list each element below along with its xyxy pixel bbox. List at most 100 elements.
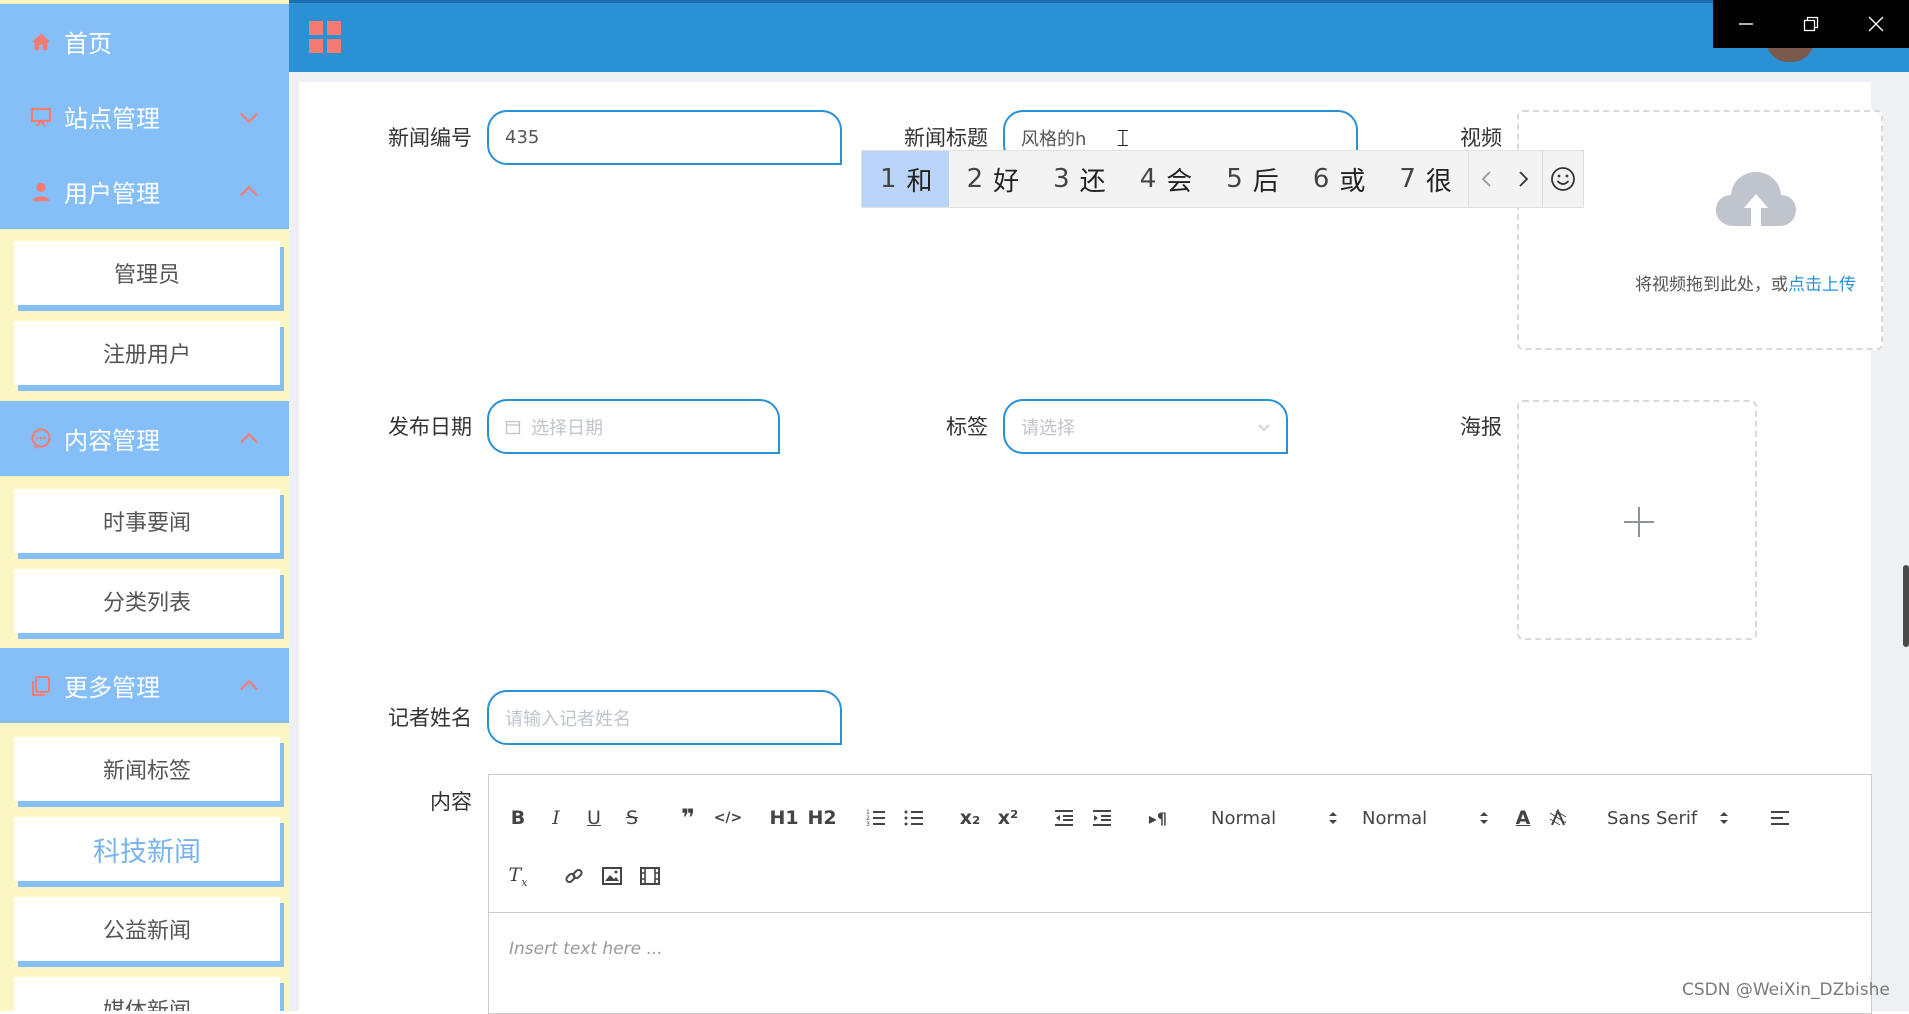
minimize-icon (1738, 23, 1753, 25)
candidate-number: 6 (1312, 164, 1330, 194)
svg-text:3: 3 (866, 821, 870, 827)
sidebar-item-media-news[interactable]: 媒体新闻 (14, 977, 280, 1011)
menu-user-label: 用户管理 (64, 180, 160, 208)
menu-site-label: 站点管理 (64, 105, 160, 133)
candidate-char: 或 (1339, 166, 1366, 197)
film-icon (640, 867, 660, 885)
copy-icon (28, 674, 54, 698)
code-block-button[interactable]: </> (711, 803, 745, 833)
menu-content-management[interactable]: 内容管理 (0, 401, 289, 476)
poster-upload-area[interactable] (1517, 400, 1757, 640)
ordered-list-icon: 123 (866, 809, 885, 827)
ime-next-button[interactable] (1505, 151, 1542, 207)
ime-candidate[interactable]: 4会 (1122, 151, 1209, 207)
blockquote-button[interactable]: ❞ (673, 803, 703, 833)
editor-toolbar: B I U S ❞ </> H1 H2 123 x₂ x² ▸¶ Normal … (489, 775, 1871, 913)
ordered-list-button[interactable]: 123 (861, 803, 891, 833)
plus-icon (1624, 507, 1654, 537)
underline-button[interactable]: U (579, 803, 609, 833)
chevron-down-icon (240, 112, 258, 124)
bold-button[interactable]: B (503, 803, 533, 833)
outdent-icon (1055, 810, 1073, 826)
chevron-up-icon (240, 679, 258, 691)
tags-label: 标签 (946, 415, 988, 439)
minimize-button[interactable] (1713, 0, 1778, 48)
ime-candidate[interactable]: 1和 (862, 151, 949, 207)
display-icon (28, 105, 54, 129)
sidebar-item-registered-users[interactable]: 注册用户 (14, 321, 280, 385)
reporter-placeholder: 请输入记者姓名 (505, 708, 631, 730)
bullet-list-button[interactable] (899, 803, 929, 833)
content-label: 内容 (430, 790, 472, 814)
menu-user-management[interactable]: 用户管理 (0, 154, 289, 229)
publish-date-placeholder: 选择日期 (531, 417, 603, 439)
close-button[interactable] (1843, 0, 1908, 48)
strike-button[interactable]: S (617, 803, 647, 833)
superscript-button[interactable]: x² (993, 803, 1023, 833)
background-color-button[interactable] (1544, 803, 1572, 833)
ime-emoji-button[interactable] (1542, 151, 1583, 207)
ime-candidate[interactable]: 6或 (1295, 151, 1382, 207)
align-button[interactable] (1765, 803, 1795, 833)
upload-hint: 将视频拖到此处，或 (1635, 275, 1788, 295)
cloud-upload-icon (1716, 172, 1796, 226)
italic-button[interactable]: I (541, 803, 571, 833)
candidate-number: 3 (1053, 164, 1070, 194)
text-direction-button[interactable]: ▸¶ (1143, 803, 1173, 833)
size-select-value: Normal (1362, 807, 1428, 829)
select-arrows-icon (1328, 810, 1338, 826)
chevron-right-icon (1519, 171, 1529, 187)
reporter-name-input[interactable]: 请输入记者姓名 (487, 690, 842, 745)
click-upload-link[interactable]: 点击上传 (1788, 275, 1856, 295)
menu-site-management[interactable]: 站点管理 (0, 79, 289, 154)
image-icon (602, 867, 622, 885)
tags-select[interactable]: 请选择 (1003, 399, 1288, 454)
header-select[interactable]: Normal (1211, 803, 1351, 833)
sidebar-item-category-list[interactable]: 分类列表 (14, 569, 280, 633)
scrollbar-thumb[interactable] (1903, 565, 1909, 647)
sidebar-item-news-tags[interactable]: 新闻标签 (14, 737, 280, 801)
news-title-label: 新闻标题 (904, 126, 988, 150)
ime-prev-button[interactable] (1469, 151, 1506, 207)
clear-format-button[interactable]: Tx (503, 861, 533, 891)
ime-candidate[interactable]: 7很 (1381, 151, 1468, 207)
header1-button[interactable]: H1 (767, 803, 801, 833)
chat-icon (28, 427, 54, 451)
sidebar-item-admin[interactable]: 管理员 (14, 241, 280, 305)
sidebar-item-tech-news[interactable]: 科技新闻 (14, 817, 280, 881)
candidate-char: 好 (993, 166, 1020, 197)
sidebar-item-current-news[interactable]: 时事要闻 (14, 489, 280, 553)
sidebar-item-charity-news[interactable]: 公益新闻 (14, 897, 280, 961)
header2-button[interactable]: H2 (805, 803, 839, 833)
tags-placeholder: 请选择 (1021, 417, 1075, 439)
indent-icon (1093, 810, 1111, 826)
publish-date-picker[interactable]: 选择日期 (487, 399, 780, 454)
menu-more-management[interactable]: 更多管理 (0, 648, 289, 723)
size-select[interactable]: Normal (1362, 803, 1502, 833)
image-button[interactable] (597, 861, 627, 891)
editor-placeholder[interactable]: Insert text here ... (509, 939, 663, 959)
subscript-button[interactable]: x₂ (955, 803, 985, 833)
candidate-char: 会 (1166, 166, 1193, 197)
ime-candidate[interactable]: 5后 (1208, 151, 1295, 207)
menu-more-label: 更多管理 (64, 674, 160, 702)
video-button[interactable] (635, 861, 665, 891)
font-select[interactable]: Sans Serif (1607, 803, 1747, 833)
video-upload-area[interactable]: 将视频拖到此处，或点击上传 (1517, 110, 1883, 350)
link-button[interactable] (559, 861, 589, 891)
ime-candidate[interactable]: 2好 (949, 151, 1036, 207)
home-icon (28, 31, 54, 53)
outdent-button[interactable] (1049, 803, 1079, 833)
calendar-icon (505, 420, 521, 434)
indent-button[interactable] (1087, 803, 1117, 833)
rich-text-editor: B I U S ❞ </> H1 H2 123 x₂ x² ▸¶ Normal … (488, 774, 1872, 1014)
bullet-list-icon (904, 810, 923, 826)
grid-menu-icon[interactable] (309, 21, 341, 53)
restore-button[interactable] (1778, 0, 1843, 48)
news-no-input[interactable]: 435 (487, 110, 842, 165)
ime-candidate[interactable]: 3还 (1035, 151, 1122, 207)
menu-home[interactable]: 首页 (0, 4, 289, 79)
chevron-left-icon (1481, 171, 1491, 187)
candidate-number: 4 (1139, 164, 1157, 194)
font-color-button[interactable]: A (1509, 803, 1537, 833)
